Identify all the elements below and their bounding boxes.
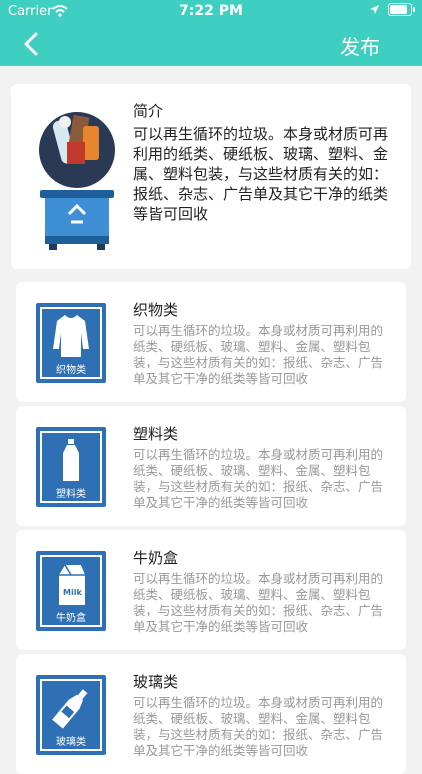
plastic-bottle-icon <box>63 439 79 481</box>
clothing-icon <box>53 315 89 357</box>
milk-carton-text: Milk <box>63 588 82 597</box>
category-card-glass[interactable]: 玻璃类 玻璃类 可以再生循环的垃圾。本身或材质可再利用的纸类、硬纸板、玻璃、塑料… <box>16 654 406 774</box>
back-chevron-icon[interactable] <box>18 30 46 58</box>
status-bar: Carrier 7:22 PM <box>0 0 422 22</box>
category-desc: 可以再生循环的垃圾。本身或材质可再利用的纸类、硬纸板、玻璃、塑料、金属、塑料包装… <box>133 695 384 758</box>
category-desc: 可以再生循环的垃圾。本身或材质可再利用的纸类、硬纸板、玻璃、塑料、金属、塑料包装… <box>133 571 384 634</box>
recycle-bin-illustration <box>39 112 115 250</box>
status-right <box>369 3 415 16</box>
category-icon[interactable]: 玻璃类 <box>36 675 106 755</box>
category-title: 玻璃类 <box>133 673 179 691</box>
category-icon[interactable]: 塑料类 <box>36 427 106 507</box>
location-arrow-icon <box>370 5 379 14</box>
milk-carton-icon: Milk <box>59 564 85 605</box>
publish-button[interactable]: 发布 <box>340 31 380 60</box>
category-icon[interactable]: Milk 牛奶盒 <box>36 551 106 631</box>
intro-title: 简介 <box>133 102 164 120</box>
category-icon-label: 牛奶盒 <box>56 613 86 624</box>
category-card-milk-carton[interactable]: Milk 牛奶盒 牛奶盒 可以再生循环的垃圾。本身或材质可再利用的纸类、硬纸板、… <box>16 530 406 650</box>
status-time: 7:22 PM <box>179 3 243 19</box>
category-title: 牛奶盒 <box>133 549 179 567</box>
category-icon-label: 塑料类 <box>56 489 86 500</box>
glass-bottle-icon <box>52 689 88 729</box>
category-card-plastic[interactable]: 塑料类 塑料类 可以再生循环的垃圾。本身或材质可再利用的纸类、硬纸板、玻璃、塑料… <box>16 406 406 526</box>
category-icon[interactable]: 织物类 <box>36 303 106 383</box>
category-icon-label: 织物类 <box>56 365 86 376</box>
category-icon-label: 玻璃类 <box>56 737 86 748</box>
category-desc: 可以再生循环的垃圾。本身或材质可再利用的纸类、硬纸板、玻璃、塑料、金属、塑料包装… <box>133 447 384 510</box>
category-desc: 可以再生循环的垃圾。本身或材质可再利用的纸类、硬纸板、玻璃、塑料、金属、塑料包装… <box>133 323 384 386</box>
intro-card: 简介 可以再生循环的垃圾。本身或材质可再利用的纸类、硬纸板、玻璃、塑料、金属、塑… <box>11 84 411 269</box>
category-title: 织物类 <box>133 301 179 319</box>
intro-text: 可以再生循环的垃圾。本身或材质可再利用的纸类、硬纸板、玻璃、塑料、金属、塑料包装… <box>133 125 389 223</box>
nav-bar: Carrier 7:22 PM 发布 <box>0 0 422 66</box>
category-card-clothing[interactable]: 织物类 织物类 可以再生循环的垃圾。本身或材质可再利用的纸类、硬纸板、玻璃、塑料… <box>16 282 406 402</box>
battery-icon <box>388 3 415 16</box>
category-title: 塑料类 <box>133 425 179 443</box>
